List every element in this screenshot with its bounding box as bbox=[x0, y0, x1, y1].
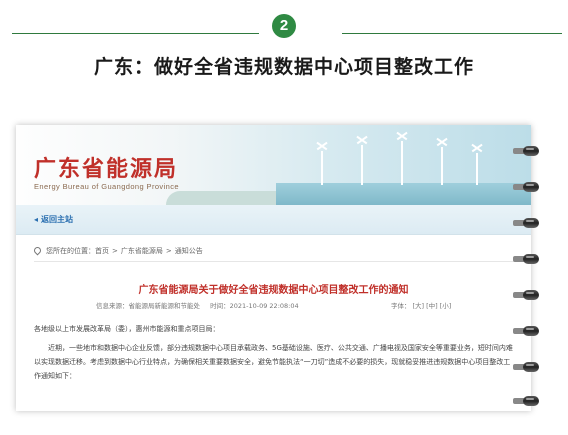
breadcrumb-prefix: 您所在的位置： bbox=[46, 247, 95, 255]
webpage-screenshot: 广东省能源局 Energy Bureau of Guangdong Provin… bbox=[16, 125, 531, 411]
article-meta: 信息来源：省能源局新能源和节能处 时间：2021-10-09 22:08:04 bbox=[96, 300, 307, 310]
binder-ring bbox=[513, 326, 541, 336]
site-logo-title[interactable]: 广东省能源局 bbox=[34, 151, 178, 183]
font-size-large[interactable]: [大] bbox=[413, 302, 425, 310]
back-link-label: 返回主站 bbox=[41, 215, 74, 224]
binder-ring bbox=[513, 218, 541, 228]
article-title: 广东省能源局关于做好全省违规数据中心项目整改工作的通知 bbox=[138, 285, 409, 296]
wind-turbine-icon bbox=[441, 147, 443, 185]
binder-ring bbox=[513, 362, 541, 372]
banner-sea bbox=[276, 183, 531, 205]
article-salutation: 各地级以上市发展改革局（委），惠州市能源和重点项目局： bbox=[34, 325, 220, 333]
back-to-main-site-link[interactable]: ◂ 返回主站 bbox=[34, 214, 73, 225]
font-size-medium[interactable]: [中] bbox=[426, 302, 438, 310]
font-size-switcher: 字体： [大] [中] [小] bbox=[391, 300, 451, 310]
breadcrumb-home[interactable]: 首页 bbox=[95, 247, 109, 255]
breadcrumb-separator: > bbox=[165, 247, 172, 255]
header-divider-right bbox=[342, 33, 562, 34]
article-paragraph: 近期，一些地市和数据中心企业反馈，部分违规数据中心项目承载政务、5G基础设施、医… bbox=[34, 344, 513, 380]
site-banner: 广东省能源局 Energy Bureau of Guangdong Provin… bbox=[16, 125, 531, 205]
article-source: 信息来源：省能源局新能源和节能处 bbox=[96, 302, 200, 310]
header-divider-left bbox=[12, 33, 259, 34]
binder-ring bbox=[513, 290, 541, 300]
breadcrumb-bureau[interactable]: 广东省能源局 bbox=[121, 247, 163, 255]
nav-bar: ◂ 返回主站 bbox=[16, 205, 531, 235]
wind-turbine-icon bbox=[476, 153, 478, 185]
article-time: 时间：2021-10-09 22:08:04 bbox=[210, 302, 299, 310]
wind-turbine-icon bbox=[361, 145, 363, 185]
location-pin-icon bbox=[32, 245, 43, 256]
binder-rings bbox=[513, 140, 543, 410]
binder-ring bbox=[513, 396, 541, 406]
binder-ring bbox=[513, 182, 541, 192]
wind-turbine-icon bbox=[321, 151, 323, 185]
breadcrumb-notices[interactable]: 通知公告 bbox=[175, 247, 203, 255]
article-body: 各地级以上市发展改革局（委），惠州市能源和重点项目局： 近期，一些地市和数据中心… bbox=[34, 322, 516, 388]
binder-ring bbox=[513, 254, 541, 264]
breadcrumb-divider bbox=[34, 261, 514, 262]
font-size-label: 字体： bbox=[391, 302, 411, 310]
site-logo-subtitle: Energy Bureau of Guangdong Province bbox=[34, 182, 179, 191]
binder-ring bbox=[513, 146, 541, 156]
wind-turbine-icon bbox=[401, 141, 403, 185]
breadcrumb-separator: > bbox=[112, 247, 118, 255]
font-size-small[interactable]: [小] bbox=[440, 302, 452, 310]
breadcrumb: 您所在的位置：首页 > 广东省能源局 > 通知公告 bbox=[32, 245, 203, 256]
section-number-badge: 2 bbox=[272, 14, 296, 38]
back-arrow-icon: ◂ bbox=[34, 215, 39, 224]
section-headline: 广东：做好全省违规数据中心项目整改工作 bbox=[93, 56, 474, 78]
